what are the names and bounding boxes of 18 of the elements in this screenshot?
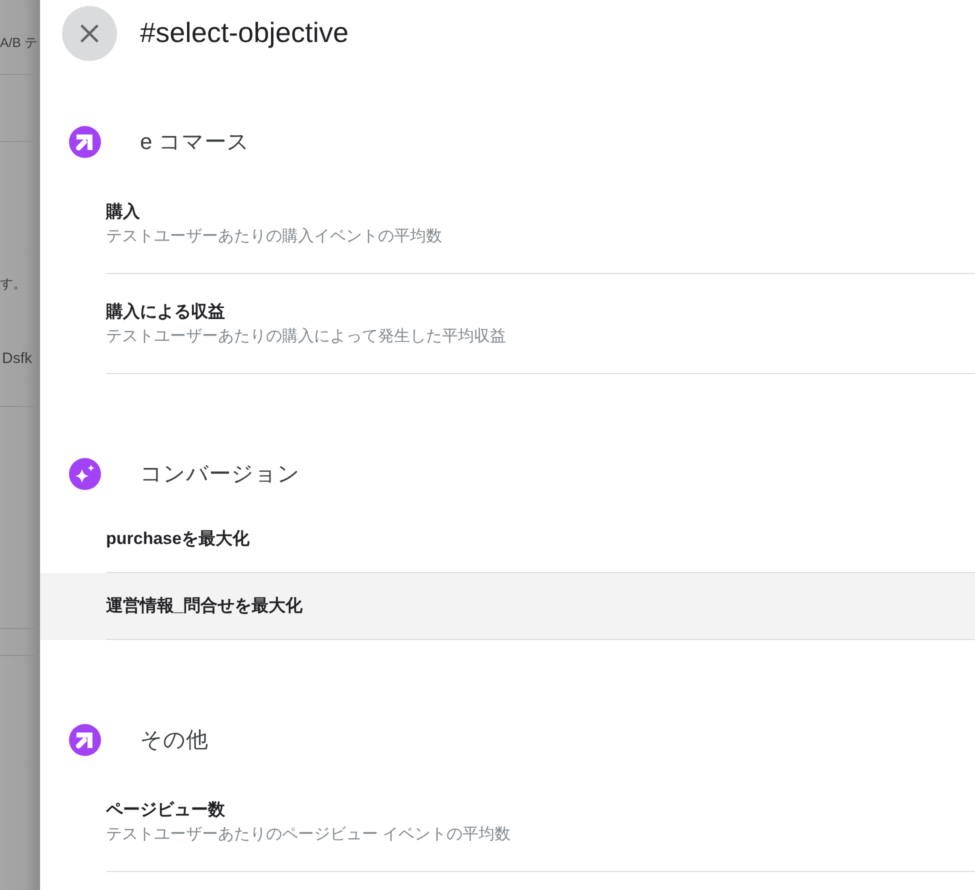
background-text: す。	[0, 275, 26, 293]
objective-option[interactable]: 運営情報_問合せを最大化	[40, 573, 975, 640]
section-heading: その他	[140, 726, 208, 754]
background-text: Dsfk	[2, 349, 32, 369]
option-description: テストユーザーあたりの購入イベントの平均数	[106, 226, 442, 247]
option-title: purchaseを最大化	[106, 528, 250, 550]
option-description: テストユーザーあたりの購入によって発生した平均収益	[106, 326, 506, 347]
background-text: A/B テ	[0, 34, 38, 52]
option-title: 運営情報_問合せを最大化	[106, 595, 302, 617]
option-title: 購入	[106, 201, 140, 223]
close-icon	[80, 24, 99, 42]
sparkle-icon	[69, 458, 101, 490]
section-heading: コンバージョン	[140, 460, 300, 488]
dialog-title: #select-objective	[140, 16, 349, 50]
option-title: 購入による収益	[106, 301, 225, 323]
section-heading: e コマース	[140, 128, 250, 156]
option-description: テストユーザーあたりのページビュー イベントの平均数	[106, 825, 510, 845]
option-title: ページビュー数	[106, 799, 225, 821]
